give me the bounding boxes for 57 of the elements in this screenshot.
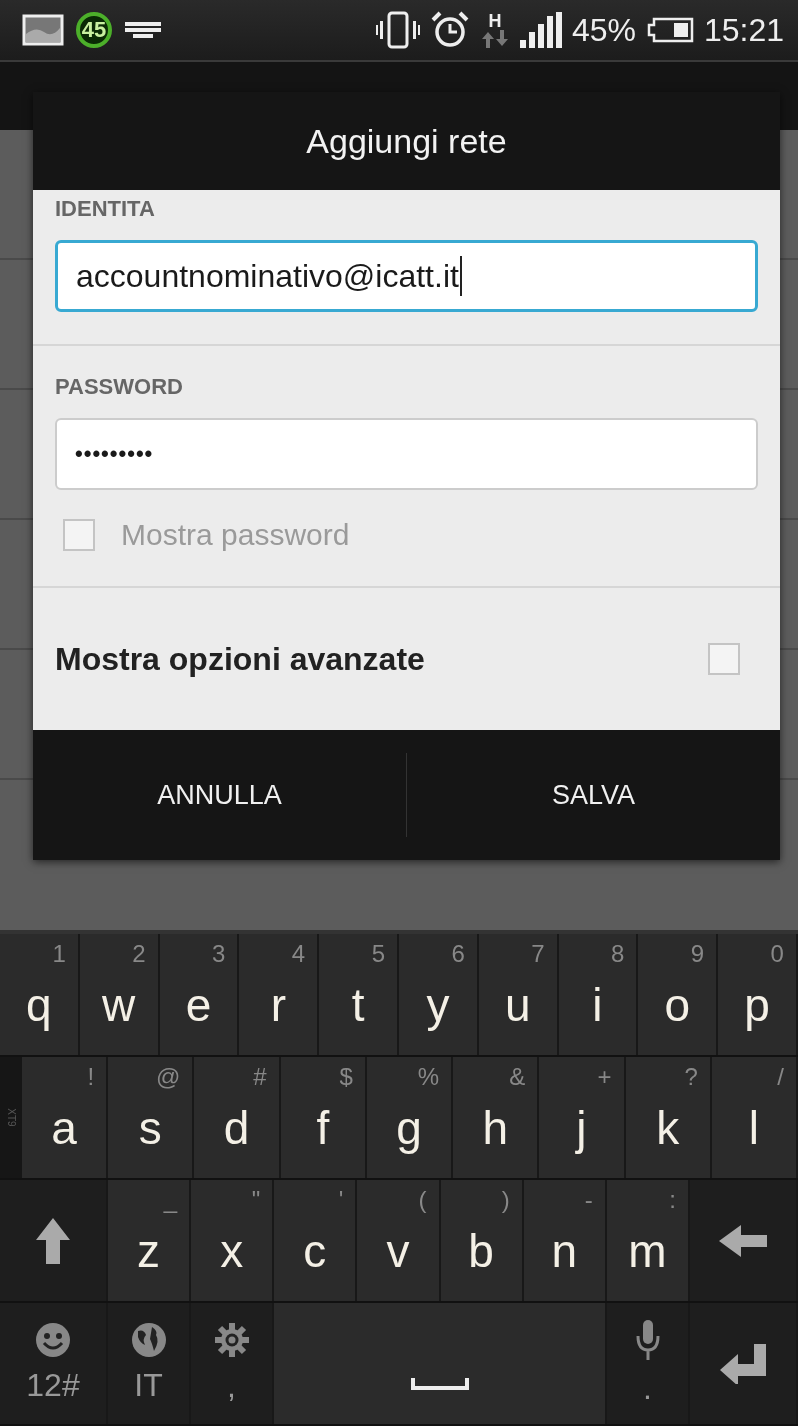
key[interactable]: " x <box>191 1180 275 1301</box>
key[interactable]: _ z <box>108 1180 192 1301</box>
vibrate-icon <box>375 11 420 49</box>
key[interactable]: & h <box>453 1057 540 1178</box>
keyboard-icon <box>124 20 162 40</box>
left-arrow-icon <box>719 1224 767 1257</box>
microphone-icon <box>635 1320 660 1360</box>
network-type: H <box>488 12 502 30</box>
key[interactable]: 6 y <box>399 934 479 1055</box>
key[interactable]: $ f <box>280 1057 367 1178</box>
key[interactable]: 2 w <box>79 934 160 1055</box>
key[interactable]: 8 i <box>558 934 639 1055</box>
alarm-icon <box>429 10 470 50</box>
key[interactable]: - n <box>523 1180 607 1301</box>
key[interactable]: # d <box>194 1057 281 1178</box>
space-icon <box>410 1377 469 1390</box>
signal-icon <box>519 12 562 48</box>
key[interactable]: 3 e <box>159 934 240 1055</box>
checkbox[interactable] <box>63 519 95 551</box>
settings-icon <box>213 1322 250 1358</box>
key[interactable]: 0 p <box>718 934 798 1055</box>
save-button[interactable]: SALVA <box>407 730 780 860</box>
cancel-button[interactable]: ANNULLA <box>33 730 406 860</box>
key[interactable]: ( v <box>357 1180 441 1301</box>
key[interactable]: ) b <box>440 1180 524 1301</box>
key[interactable]: 1 q <box>0 934 80 1055</box>
key[interactable]: ' c <box>274 1180 358 1301</box>
key[interactable]: @ s <box>108 1057 195 1178</box>
input-field[interactable]: ••••••••• <box>55 418 758 490</box>
key[interactable]: ! a <box>22 1057 109 1178</box>
notification-badge: 45 <box>76 12 112 48</box>
key[interactable]: 4 r <box>239 934 320 1055</box>
key[interactable]: 5 t <box>319 934 399 1055</box>
key[interactable]: / l <box>711 1057 798 1178</box>
option-label: Mostra opzioni avanzate <box>55 640 425 678</box>
smiley-icon <box>36 1323 70 1357</box>
xt9-label: XT9 <box>0 1057 22 1178</box>
key[interactable]: 7 u <box>478 934 559 1055</box>
globe-icon <box>131 1323 166 1357</box>
checkbox-label: Mostra password <box>121 518 350 552</box>
field-label: IDENTITA <box>55 195 156 223</box>
field-label: PASSWORD <box>55 373 184 401</box>
checkbox[interactable] <box>708 643 740 675</box>
key[interactable]: ? k <box>625 1057 712 1178</box>
key[interactable]: % g <box>366 1057 454 1178</box>
key[interactable]: 9 o <box>638 934 719 1055</box>
dialog-title: Aggiungi rete <box>33 92 780 190</box>
battery-percentage: 45% <box>571 11 636 49</box>
data-arrows-icon <box>479 30 510 48</box>
battery-icon <box>645 17 694 43</box>
clock: 15:21 <box>703 11 784 49</box>
key[interactable]: : m <box>606 1180 690 1301</box>
enter-icon <box>720 1343 766 1384</box>
image-icon <box>22 14 64 46</box>
input-field[interactable]: accountnominativo@icatt.it <box>55 240 758 312</box>
key[interactable]: + j <box>539 1057 626 1178</box>
up-arrow-icon <box>36 1217 70 1264</box>
